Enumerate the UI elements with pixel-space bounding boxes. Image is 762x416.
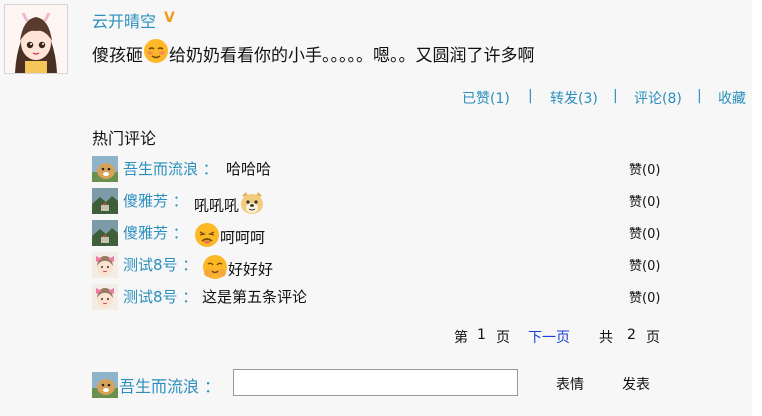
compose-username[interactable]: 吾生而流浪 ： [119,373,220,397]
comment-text: 这是第五条评论 [202,288,308,306]
total-pages-number: 2 [627,327,636,343]
comment-username[interactable]: 傻雅芳 ： [123,222,188,243]
author-name[interactable]: 云开晴空 [92,8,156,32]
comment-like-link[interactable]: 赞(0) [629,223,660,242]
comment-row: 傻雅芳 ： 吼吼吼 赞(0) [92,186,692,215]
favorite-link[interactable]: 收藏 [718,88,746,108]
smirk-emoji-icon [143,38,169,69]
comment-text: 好好好 [202,254,273,284]
next-page-link[interactable]: 下一页 [528,327,570,347]
comment-row: 测试8号 ： 好好好 赞(0) [92,250,692,279]
current-page-number: 1 [477,327,486,343]
comment-like-link[interactable]: 赞(0) [629,159,660,178]
landscape-avatar[interactable] [92,188,118,214]
pink-bow-avatar[interactable] [92,284,118,310]
comment-like-link[interactable]: 赞(0) [629,255,660,274]
comment-row: 吾生而流浪 ： 哈哈哈 赞(0) [92,154,692,182]
comment-link[interactable]: 评论(8) [634,88,682,108]
repost-link[interactable]: 转发(3) [550,88,598,108]
comment-row: 傻雅芳 ： 呵呵呵 赞(0) [92,218,692,247]
comment-username[interactable]: 测试8号 ： [123,286,197,307]
author-avatar[interactable] [4,4,68,74]
separator: | [697,88,702,104]
comment-row: 测试8号 ： 这是第五条评论 赞(0) [92,282,692,310]
comment-text: 呵呵呵 [194,222,265,252]
verified-badge-icon: V [164,10,175,26]
pink-bow-avatar[interactable] [92,252,118,278]
comment-like-link[interactable]: 赞(0) [629,191,660,210]
dog-avatar[interactable] [92,372,118,398]
doge-emoji-icon [239,190,265,220]
tired-emoji-icon [194,222,220,252]
separator: | [613,88,618,104]
post-text-after: 给奶奶看看你的小手。。。。。嗯。。又圆润了许多啊 [169,46,535,66]
like-link[interactable]: 已赞(1) [462,88,510,108]
hot-comments-title: 热门评论 [92,129,157,148]
pager-ye: 页 [646,330,660,346]
emoji-button[interactable]: 表情 [556,374,584,394]
comment-text: 吼吼吼 [194,190,265,220]
post-text-before: 傻孩砸 [92,46,143,66]
comment-input[interactable] [233,369,518,396]
separator: | [528,88,533,104]
comment-username[interactable]: 测试8号 ： [123,254,197,275]
right-edge [752,0,762,416]
dog-avatar[interactable] [92,156,118,182]
laugh-cover-emoji-icon [202,254,228,284]
submit-button[interactable]: 发表 [622,374,650,394]
comment-username[interactable]: 傻雅芳 ： [123,190,188,211]
comment-text: 哈哈哈 [226,160,272,178]
pager-di: 第 [454,330,468,346]
pager-gong: 共 [599,330,613,346]
comment-username[interactable]: 吾生而流浪 ： [123,158,218,179]
comment-like-link[interactable]: 赞(0) [629,287,660,306]
post-content: 傻孩砸 给奶奶看看你的小手。。。。。嗯。。又圆润了许多啊 [92,38,535,69]
landscape-avatar[interactable] [92,220,118,246]
pager-ye: 页 [496,330,510,346]
